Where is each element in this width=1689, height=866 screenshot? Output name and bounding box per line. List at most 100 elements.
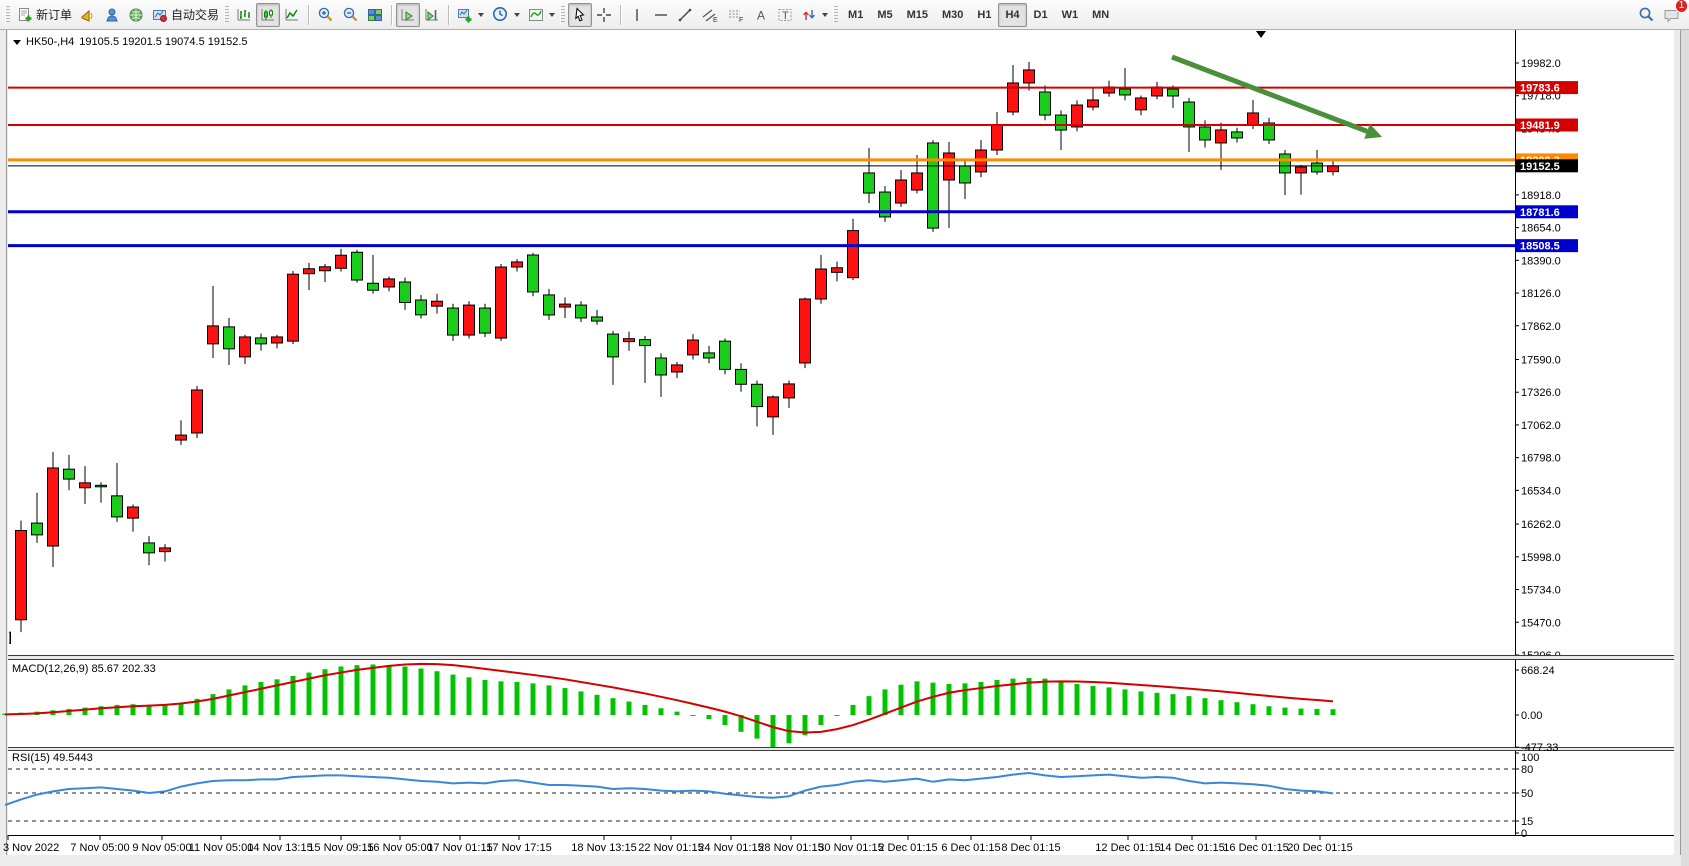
- price-tick-label: 19982.0: [1521, 58, 1561, 70]
- auto-trading-label: 自动交易: [171, 8, 220, 22]
- arrows-button[interactable]: [797, 3, 832, 27]
- auto-trading-icon: [153, 9, 168, 22]
- chart-title: HK50-,H4 19105.5 19201.5 19074.5 19152.5: [13, 36, 248, 48]
- channel-icon: E: [702, 9, 718, 23]
- time-tick-label[interactable]: 12 Dec 01:15: [1095, 842, 1160, 854]
- news-button[interactable]: [76, 3, 100, 27]
- search-button[interactable]: [1634, 3, 1659, 27]
- time-tick-label[interactable]: 3 Nov 2022: [3, 842, 59, 854]
- zoom-in-icon: [318, 7, 333, 22]
- time-tick-label[interactable]: 15 Nov 09:15: [308, 842, 373, 854]
- indicators-button[interactable]: [524, 3, 559, 27]
- macd-indicator-label: MACD(12,26,9) 85.67 202.33: [12, 663, 156, 675]
- price-tick-label: 18126.0: [1521, 288, 1561, 300]
- timeframe-m15-button[interactable]: M15: [900, 3, 935, 27]
- market-watch-button[interactable]: [100, 3, 124, 27]
- time-tick-label[interactable]: 20 Dec 01:15: [1287, 842, 1352, 854]
- timeframe-h1-button[interactable]: H1: [970, 3, 998, 27]
- trendline-icon: [678, 8, 692, 21]
- toolbar-grip[interactable]: [5, 5, 10, 24]
- line-chart-button[interactable]: [280, 3, 304, 27]
- timeframe-m5-button[interactable]: M5: [870, 3, 899, 27]
- timeframe-m1-button[interactable]: M1: [841, 3, 870, 27]
- timeframe-m30-button[interactable]: M30: [935, 3, 970, 27]
- svg-text:F: F: [739, 17, 743, 23]
- time-tick-label[interactable]: 7 Nov 05:00: [70, 842, 129, 854]
- clock-icon: [493, 7, 508, 21]
- text-button[interactable]: A: [749, 3, 773, 27]
- auto-trading-button[interactable]: 自动交易: [148, 3, 223, 27]
- chart-dropdown-arrow-icon[interactable]: [13, 39, 21, 45]
- horizontal-line-button[interactable]: [649, 3, 673, 27]
- period-button[interactable]: [488, 3, 524, 27]
- equidistant-channel-button[interactable]: E: [697, 3, 723, 27]
- new-chart-icon: [458, 8, 472, 22]
- rsi-tick-label: 50: [1521, 788, 1533, 800]
- toolbar-grip[interactable]: [224, 5, 230, 24]
- time-tick-label[interactable]: 16 Nov 05:00: [367, 842, 432, 854]
- bar-chart-button[interactable]: [232, 3, 256, 27]
- time-tick-label[interactable]: 14 Nov 13:15: [247, 842, 312, 854]
- toolbar: 新订单 自动交易 E F A T M1 M5 M15 M30 H1 H4 D1 …: [0, 0, 1689, 30]
- time-tick-label[interactable]: 16 Dec 01:15: [1223, 842, 1288, 854]
- timeframe-group: M1 M5 M15 M30 H1 H4 D1 W1 MN: [841, 2, 1116, 27]
- price-level-badge-text: 19152.5: [1520, 161, 1560, 173]
- candlestick-chart-button[interactable]: [256, 2, 281, 27]
- time-tick-label[interactable]: 8 Dec 01:15: [1001, 842, 1060, 854]
- time-tick-label[interactable]: 14 Dec 01:15: [1159, 842, 1224, 854]
- chart-shift-button[interactable]: [420, 3, 444, 27]
- text-a-icon: A: [757, 8, 765, 22]
- person-icon: [106, 8, 118, 21]
- zoom-out-button[interactable]: [338, 3, 363, 27]
- horizontal-line-icon: [655, 13, 668, 16]
- price-tick-label: 16534.0: [1521, 485, 1561, 497]
- time-tick-label[interactable]: 30 Nov 01:15: [818, 842, 883, 854]
- toolbar-grip[interactable]: [833, 5, 839, 24]
- fibonacci-button[interactable]: F: [723, 3, 749, 27]
- new-chart-button[interactable]: [453, 3, 488, 27]
- rsi-tick-label: 80: [1521, 764, 1533, 776]
- timeframe-mn-button[interactable]: MN: [1085, 3, 1116, 27]
- time-tick-label[interactable]: 17 Nov 17:15: [486, 842, 551, 854]
- auto-scroll-button[interactable]: [396, 2, 421, 27]
- price-level-badge-text: 19481.9: [1520, 120, 1560, 132]
- zoom-out-icon: [343, 7, 358, 22]
- price-tick-label: 18918.0: [1521, 190, 1561, 202]
- panel-splitter-1: [8, 655, 1674, 660]
- crosshair-button[interactable]: [592, 3, 616, 27]
- price-tick-label: 15998.0: [1521, 552, 1561, 564]
- time-tick-label[interactable]: 11 Nov 05:00: [189, 842, 254, 854]
- notifications-button[interactable]: 1: [1659, 0, 1688, 27]
- macd-tick-label: 0.00: [1521, 710, 1542, 722]
- toolbar-grip[interactable]: [560, 5, 566, 24]
- symbol-period-label: HK50-,H4: [26, 36, 75, 48]
- svg-text:A: A: [757, 8, 765, 22]
- ohlc-values: 19105.5 19201.5 19074.5 19152.5: [79, 36, 248, 48]
- time-tick-label[interactable]: 9 Nov 05:00: [132, 842, 191, 854]
- time-tick-label[interactable]: 22 Nov 01:15: [638, 842, 703, 854]
- text-label-button[interactable]: T: [773, 3, 797, 27]
- timeframe-w1-button[interactable]: W1: [1055, 3, 1086, 27]
- tile-windows-button[interactable]: [363, 3, 387, 27]
- time-tick-label[interactable]: 24 Nov 01:15: [698, 842, 763, 854]
- time-tick-label[interactable]: 17 Nov 01:15: [427, 842, 492, 854]
- dropdown-arrow-icon: [478, 12, 485, 17]
- time-tick-label[interactable]: 2 Dec 01:15: [878, 842, 937, 854]
- timeframe-d1-button[interactable]: D1: [1027, 3, 1055, 27]
- zoom-in-button[interactable]: [313, 3, 338, 27]
- cursor-button[interactable]: [568, 2, 593, 27]
- new-order-label: 新订单: [36, 8, 73, 22]
- time-tick-label[interactable]: 6 Dec 01:15: [941, 842, 1000, 854]
- chart-canvas[interactable]: 19982.019718.019454.018918.018654.018390…: [0, 0, 1689, 866]
- chart-shift-icon: [425, 8, 439, 21]
- signals-button[interactable]: [124, 3, 148, 27]
- time-tick-label[interactable]: 28 Nov 01:15: [758, 842, 823, 854]
- dropdown-arrow-icon: [822, 12, 829, 17]
- trendline-button[interactable]: [673, 3, 697, 27]
- indicators-icon: [529, 8, 544, 21]
- timeframe-h4-button[interactable]: H4: [998, 2, 1027, 27]
- new-order-button[interactable]: 新订单: [13, 3, 76, 27]
- time-tick-label[interactable]: 18 Nov 13:15: [571, 842, 636, 854]
- vertical-line-button[interactable]: [625, 3, 649, 27]
- signal-globe-icon: [129, 8, 143, 21]
